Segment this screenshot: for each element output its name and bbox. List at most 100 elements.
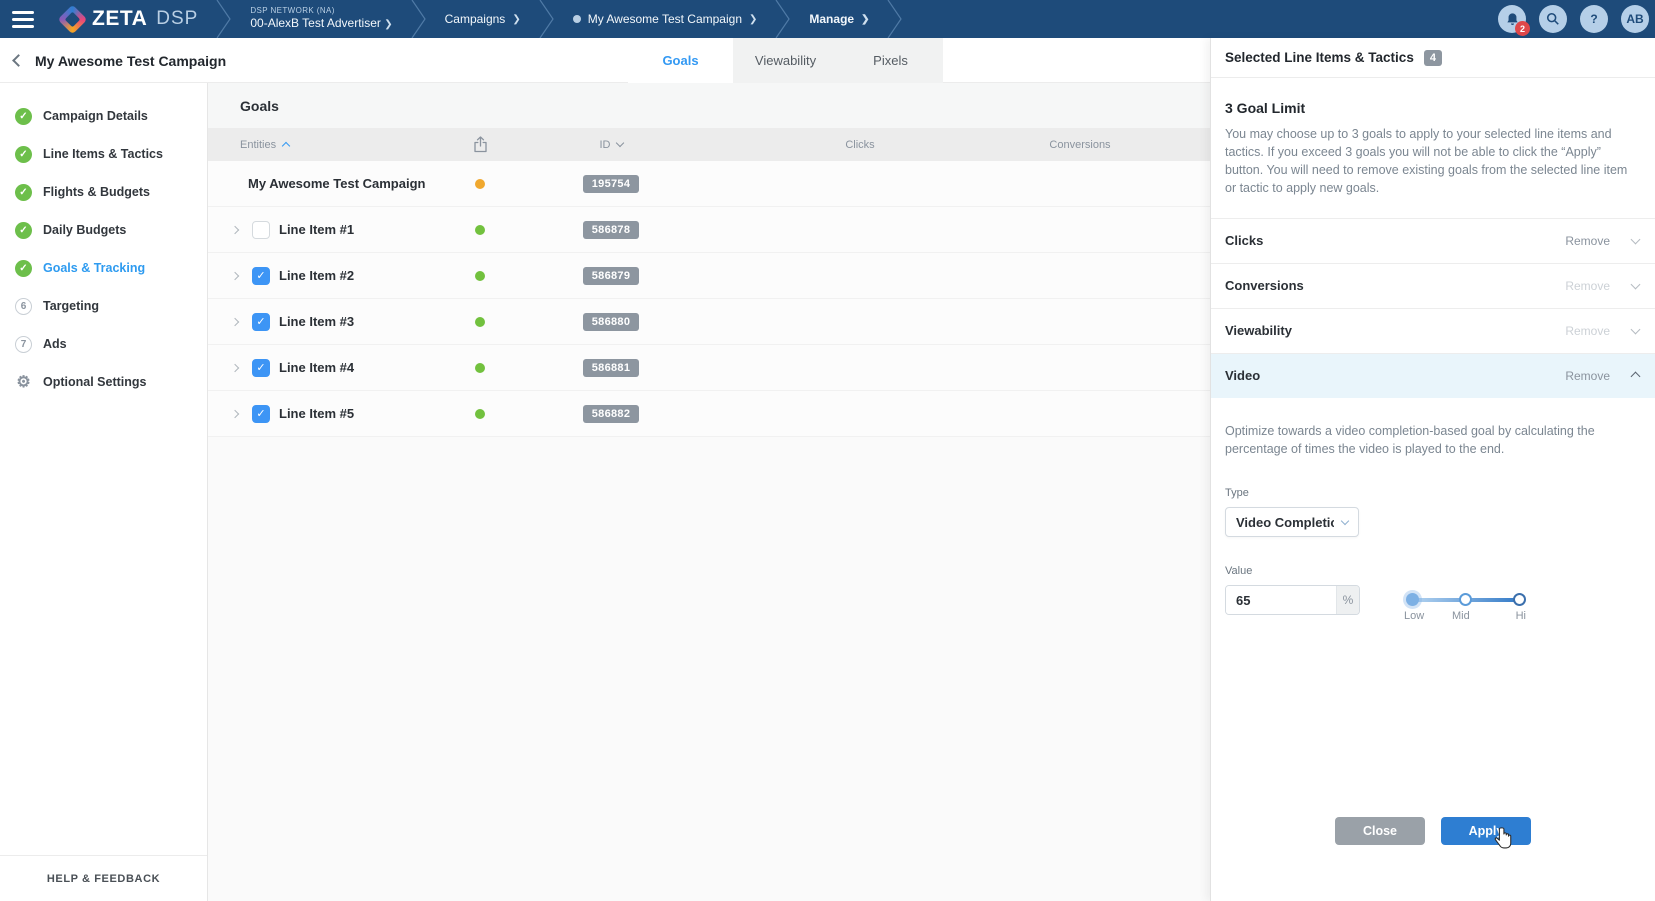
id-badge: 586882 [583,405,640,423]
avatar-initials: AB [1626,12,1643,26]
table-row-line-item[interactable]: ✓ Line Item #4 586881 [208,345,1210,391]
status-dot-icon [475,317,485,327]
goal-row-viewability[interactable]: Viewability Remove [1211,308,1655,353]
breadcrumb-manage[interactable]: Manage❯ [791,0,887,38]
help-feedback-link[interactable]: HELP & FEEDBACK [0,855,207,901]
sidebar-item-campaign-details[interactable]: ✓ Campaign Details [0,97,207,135]
value-slider[interactable]: Low Mid Hi [1408,593,1524,607]
selected-line-items-panel: Selected Line Items & Tactics 4 3 Goal L… [1210,38,1655,901]
column-header-entities[interactable]: Entities [208,139,448,151]
goal-row-video[interactable]: Video Remove [1211,353,1655,398]
remove-clicks-button[interactable]: Remove [1565,234,1610,248]
breadcrumb-network-label: DSP NETWORK (NA) [250,6,392,16]
expand-row-button[interactable] [232,365,248,371]
breadcrumb-separator-icon [887,0,903,38]
value-input-group: % [1225,585,1360,615]
slider-knob-mid[interactable] [1459,593,1472,606]
selection-count-badge: 4 [1424,50,1442,66]
navbar-actions: 2 ? AB [1498,0,1655,38]
entity-name: Line Item #1 [279,222,354,237]
brand-suffix: DSP [156,8,198,30]
hamburger-menu-icon[interactable] [0,0,46,38]
sidebar-item-optional-settings[interactable]: ⚙ Optional Settings [0,363,207,401]
top-navbar: ZETA DSP DSP NETWORK (NA) 00-AlexB Test … [0,0,1655,38]
goals-accordion: Clicks Remove Conversions Remove Viewabi… [1211,218,1655,398]
caret-icon: ❯ [384,19,392,30]
entity-name: Line Item #2 [279,268,354,283]
row-checkbox-checked[interactable]: ✓ [252,405,270,423]
row-checkbox-checked[interactable]: ✓ [252,359,270,377]
slider-knob-low[interactable] [1406,593,1419,606]
column-header-conversions[interactable]: Conversions [1010,139,1150,151]
export-icon [473,136,488,153]
check-circle-icon: ✓ [15,260,32,277]
column-header-id[interactable]: ID [512,139,710,151]
sidebar-item-daily-budgets[interactable]: ✓ Daily Budgets [0,211,207,249]
avatar[interactable]: AB [1621,5,1649,33]
id-badge: 195754 [583,175,640,193]
row-checkbox-checked[interactable]: ✓ [252,267,270,285]
chevron-down-icon [1631,279,1641,289]
status-dot-icon [475,225,485,235]
expand-row-button[interactable] [232,411,248,417]
breadcrumb-separator-icon [216,0,232,38]
tab-goals[interactable]: Goals [628,38,733,83]
row-checkbox-unchecked[interactable] [252,221,270,239]
panel-title: Selected Line Items & Tactics [1225,50,1414,65]
remove-conversions-button[interactable]: Remove [1565,279,1610,293]
column-header-clicks[interactable]: Clicks [710,139,1010,151]
sidebar-item-line-items-tactics[interactable]: ✓ Line Items & Tactics [0,135,207,173]
goal-tabs: Goals Viewability Pixels [628,38,943,83]
value-label: Value [1225,565,1641,577]
notification-count-badge: 2 [1515,21,1530,36]
slider-knob-hi[interactable] [1513,593,1526,606]
expand-row-button[interactable] [232,319,248,325]
breadcrumb-separator-icon [411,0,427,38]
table-row-line-item[interactable]: ✓ Line Item #5 586882 [208,391,1210,437]
remove-viewability-button[interactable]: Remove [1565,324,1610,338]
goal-row-conversions[interactable]: Conversions Remove [1211,263,1655,308]
video-type-dropdown[interactable]: Video Completio... [1225,507,1359,537]
expand-row-button[interactable] [232,273,248,279]
breadcrumb-campaign[interactable]: My Awesome Test Campaign❯ [555,0,776,38]
table-row-line-item[interactable]: ✓ Line Item #3 586880 [208,299,1210,345]
goal-row-clicks[interactable]: Clicks Remove [1211,218,1655,263]
table-row-line-item[interactable]: Line Item #1 586878 [208,207,1210,253]
sidebar-item-targeting[interactable]: 6 Targeting [0,287,207,325]
breadcrumb-campaigns[interactable]: Campaigns❯ [427,0,539,38]
campaign-steps-sidebar: ✓ Campaign Details ✓ Line Items & Tactic… [0,83,208,901]
status-dot-icon [475,179,485,189]
row-checkbox-checked[interactable]: ✓ [252,313,270,331]
close-button[interactable]: Close [1335,817,1425,845]
video-goal-settings: Optimize towards a video completion-base… [1211,422,1655,616]
question-mark-icon: ? [1590,12,1597,26]
goal-limit-title: 3 Goal Limit [1225,100,1641,116]
entity-name: Line Item #5 [279,406,354,421]
breadcrumb-advertiser[interactable]: DSP NETWORK (NA) 00-AlexB Test Advertise… [232,0,410,38]
table-row-campaign[interactable]: My Awesome Test Campaign 195754 [208,161,1210,207]
zeta-dsp-logo[interactable]: ZETA DSP [46,0,216,38]
notifications-button[interactable]: 2 [1498,5,1526,33]
help-button[interactable]: ? [1580,5,1608,33]
tab-pixels[interactable]: Pixels [838,38,943,83]
id-badge: 586878 [583,221,640,239]
column-header-share[interactable] [448,136,512,153]
step-number-icon: 6 [15,298,32,315]
slider-label-mid: Mid [1452,610,1470,622]
step-number-icon: 7 [15,336,32,353]
expand-row-button[interactable] [232,227,248,233]
video-goal-description: Optimize towards a video completion-base… [1225,422,1635,460]
sidebar-item-goals-tracking[interactable]: ✓ Goals & Tracking [0,249,207,287]
table-row-line-item[interactable]: ✓ Line Item #2 586879 [208,253,1210,299]
value-input[interactable] [1226,586,1336,614]
back-arrow-icon[interactable] [12,54,25,67]
tab-viewability[interactable]: Viewability [733,38,838,83]
chevron-down-icon [1631,234,1641,244]
search-button[interactable] [1539,5,1567,33]
remove-video-button[interactable]: Remove [1565,369,1610,383]
breadcrumb-advertiser-text: DSP NETWORK (NA) 00-AlexB Test Advertise… [250,6,392,32]
slider-label-low: Low [1404,610,1424,622]
sidebar-item-ads[interactable]: 7 Ads [0,325,207,363]
apply-button[interactable]: Apply [1441,817,1531,845]
sidebar-item-flights-budgets[interactable]: ✓ Flights & Budgets [0,173,207,211]
